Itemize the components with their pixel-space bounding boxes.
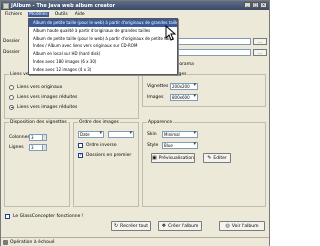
title-bar: JAlbum - The Java web album creator _ □ … [1,1,269,10]
liens-option-reduites-b[interactable]: Liens vers images réduites [9,103,77,111]
vignettes-label: Vignettes [147,84,169,89]
edit-button[interactable]: ✎ Editer [203,153,231,163]
view-album-button[interactable]: ◎ Voir l'album [219,221,265,231]
ordre-sort-select[interactable]: Date [78,131,104,138]
menu-bar: Fichiers Modèles Outils Aide [1,10,269,18]
app-window: JAlbum - The Java web album creator _ □ … [0,0,270,246]
browse-source-button[interactable]: ... [253,38,267,45]
status-icon [3,239,8,245]
ordre-sort2-select[interactable] [108,131,134,138]
liens-option-reduites-a[interactable]: Liens vers images réduites [9,93,77,101]
lignes-spinner[interactable]: Lignes 3 [9,143,47,151]
menu-outils[interactable]: Outils [54,12,69,17]
edit-icon: ✎ [207,155,212,161]
preview-button[interactable]: ▣ Prévisualisation [151,153,195,163]
status-bar: Opération à échoué [1,237,269,246]
ordre-inverse-box[interactable] [78,142,83,148]
skin-label: Skin [147,132,157,137]
preview-icon: ▣ [152,155,157,161]
preview-label: Prévisualisation [158,155,194,161]
images-select[interactable]: 800x600 [170,94,198,101]
dropdown-item[interactable]: Album de petite taille (pour le web) à p… [29,19,177,27]
disposition-group: Disposition des vignettes Colonnes 3 Lig… [4,120,70,207]
radio-dot[interactable] [9,94,14,100]
lignes-value[interactable]: 3 [29,143,43,151]
ordre-group: Ordre des images Date Ordre inverse Doss… [73,120,139,207]
dropdown-item[interactable]: Index avec 12 images (4 x 3) [29,66,177,74]
colonnes-arrows[interactable] [43,133,47,141]
dropdown-item[interactable]: Album de petite taille (pour le web) à p… [29,35,177,43]
menu-fichiers[interactable]: Fichiers [4,12,23,17]
ordre-inverse-checkbox[interactable]: Ordre inverse [78,141,117,149]
images-label: Images [147,95,164,100]
style-label: Style [147,143,159,148]
colonnes-spinner[interactable]: Colonnes 3 [9,133,47,141]
refresh-icon: ↻ [113,223,119,229]
glassconcepter-checkbox[interactable]: Le GlassConcepter fonctionne ! [5,212,84,220]
tailles-group: Taille des images Vignettes 200x200 Imag… [142,72,266,107]
status-text: Opération à échoué [10,239,55,245]
radio-label: Liens vers images réduites [17,94,78,100]
style-select[interactable]: Blue [162,142,198,149]
dossiers-premier-checkbox[interactable]: Dossiers en premier [78,151,131,159]
restart-button[interactable]: ↻ Recréer tout [111,221,151,231]
close-button[interactable]: × [260,2,267,8]
dropdown-item[interactable]: Index avec 180 images (6 x 30) [29,58,177,66]
edit-label: Editer [213,155,227,161]
skin-select[interactable]: Minimal [162,131,198,138]
menu-modeles[interactable]: Modèles [28,11,49,17]
apparence-group: Apparence Skin Minimal Style Blue ▣ Prév… [142,120,266,207]
create-icon: ❖ [161,223,167,229]
vignettes-select[interactable]: 200x200 [170,83,198,90]
dossiers-premier-label: Dossiers en premier [86,152,132,158]
window-title: JAlbum - The Java web album creator [11,2,116,9]
dossiers-premier-box[interactable] [78,152,83,158]
glassconcepter-box[interactable] [5,213,10,219]
radio-label: Liens vers images réduites [17,104,78,110]
app-icon [3,2,9,9]
glassconcepter-label: Le GlassConcepter fonctionne ! [13,213,84,219]
mouse-pointer-icon [165,25,177,41]
menu-aide[interactable]: Aide [74,12,86,17]
lignes-arrows[interactable] [43,143,47,151]
globe-icon: ◎ [225,223,230,229]
minimize-button[interactable]: _ [244,2,251,8]
maximize-button[interactable]: □ [252,2,259,8]
view-album-label: Voir l'album [231,223,259,229]
ordre-inverse-label: Ordre inverse [86,142,117,148]
apparence-group-title: Apparence [147,120,174,125]
disposition-group-title: Disposition des vignettes [9,120,68,125]
create-album-button[interactable]: ❖ Créer l'album [158,221,202,231]
radio-dot[interactable] [9,104,14,110]
colonnes-value[interactable]: 3 [29,133,43,141]
radio-dot[interactable] [9,84,14,90]
colonnes-label: Colonnes [9,134,30,140]
radio-label: Liens vers originaux [17,84,63,90]
dropdown-item[interactable]: Index / Album avec liens vers originaux … [29,42,177,50]
dropdown-item[interactable]: Album en local sur HD (hard disk) [29,50,177,58]
modeles-dropdown: Album de petite taille (pour le web) à p… [28,18,178,75]
lignes-label: Lignes [9,144,24,150]
browse-output-button[interactable]: ... [253,49,267,56]
create-album-label: Créer l'album [168,223,199,229]
liens-group: Liens vers images Liens vers originaux L… [4,72,139,119]
dropdown-item[interactable]: Album haute qualité à partir d'originaux… [29,27,177,35]
ordre-group-title: Ordre des images [78,120,120,125]
liens-option-originaux[interactable]: Liens vers originaux [9,83,62,91]
restart-label: Recréer tout [120,223,149,229]
